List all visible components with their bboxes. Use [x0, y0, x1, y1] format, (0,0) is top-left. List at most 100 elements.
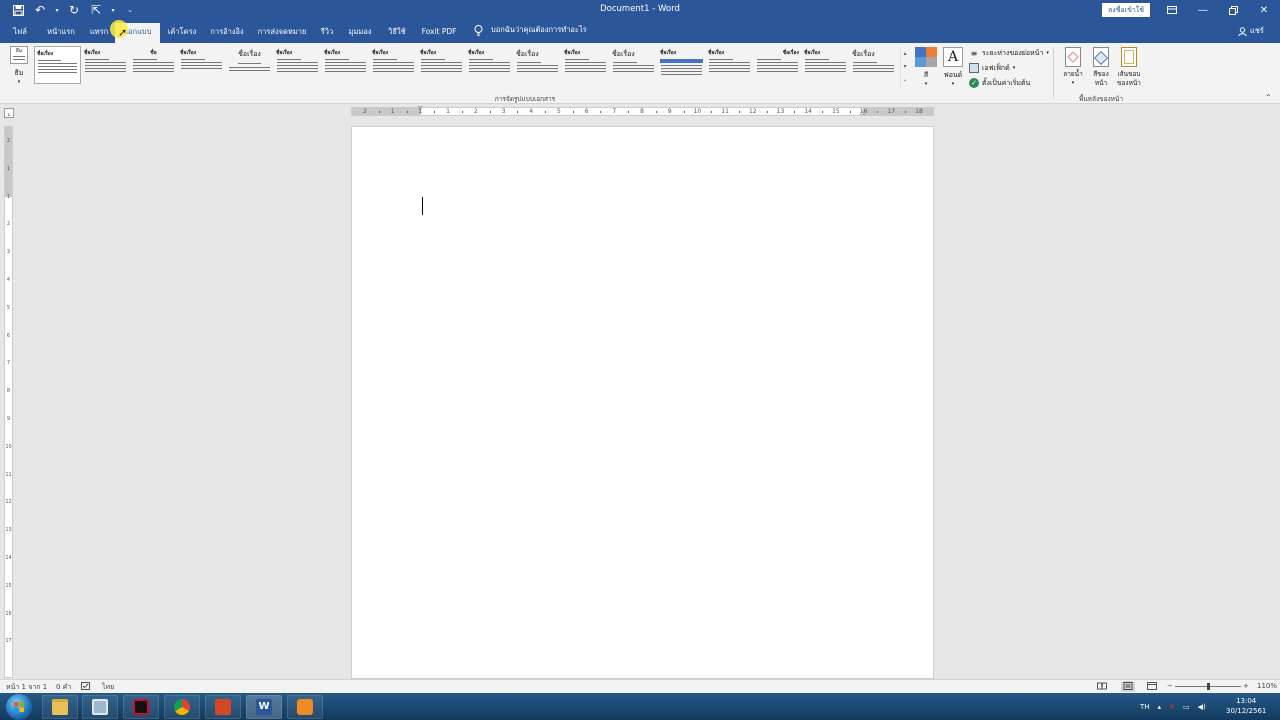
horizontal-ruler[interactable]: 2 1 1 1 2 3 4 5 6 7 8 9 10 11 12 13 14 15 16 17 18 ▽ △ — [351, 105, 934, 116]
page-count[interactable]: หน้า 1 จาก 1 — [6, 682, 47, 693]
page-color-label-line1: สีของ — [1093, 70, 1109, 78]
style-set-thumbnail[interactable]: ชื่อเรื่อง — [562, 46, 609, 84]
tab-mailings[interactable]: การส่งจดหมาย — [253, 23, 311, 43]
powerpoint-icon — [215, 699, 231, 715]
page-borders-button[interactable]: เส้นขอบ ของหน้า — [1116, 47, 1142, 88]
read-mode-icon[interactable] — [1097, 682, 1107, 692]
tab-home[interactable]: หน้าแรก — [42, 23, 80, 43]
style-title: ชื่อเรื่อง — [660, 50, 677, 56]
style-set-thumbnail[interactable]: ชื่อ — [130, 46, 177, 84]
tab-review[interactable]: รีวิว — [316, 23, 338, 43]
style-set-thumbnail[interactable]: ชื่อเรื่อง — [418, 46, 465, 84]
style-set-thumbnail[interactable]: ชื่อเรื่อง — [610, 46, 657, 84]
paragraph-spacing-icon: ≡ — [970, 48, 978, 58]
taskbar-file-explorer[interactable] — [42, 695, 78, 719]
collapse-ribbon-icon[interactable]: ⌃ — [1265, 93, 1272, 102]
system-tray: TH ▴ ✕ ▭ ◀) — [1140, 693, 1206, 720]
taskbar-word[interactable]: W — [246, 695, 282, 719]
network-icon[interactable]: ✕ — [1169, 703, 1175, 711]
style-set-thumbnail[interactable]: ชื่อเรื่อง — [754, 46, 801, 84]
watermark-button[interactable]: ลายน้ำ ▾ — [1060, 47, 1086, 88]
share-button[interactable]: แชร์ — [1238, 25, 1264, 37]
style-set-thumbnail[interactable]: ชื่อเรื่อง — [274, 46, 321, 84]
style-set-thumbnail[interactable]: ชื่อเรื่อง — [34, 46, 81, 84]
tell-me-search[interactable]: บอกฉันว่าคุณต้องการทำอะไร — [474, 24, 587, 36]
style-set-thumbnail[interactable]: ชื่อเรื่อง — [322, 46, 369, 84]
style-set-thumbnail[interactable]: ชื่อเรื่อง — [658, 46, 705, 84]
close-icon[interactable]: ✕ — [1249, 0, 1279, 20]
gallery-scroll[interactable]: ▴ ▾ ⌄ — [900, 47, 909, 87]
windows-taskbar: W TH ▴ ✕ ▭ ◀) 13:04 30/12/2561 — [0, 693, 1280, 720]
input-language[interactable]: TH — [1140, 703, 1150, 711]
sign-in-button[interactable]: ลงชื่อเข้าใช้ — [1102, 3, 1150, 17]
tab-layout[interactable]: เค้าโครง — [164, 23, 200, 43]
ruler-tick — [545, 111, 547, 113]
document-page[interactable] — [351, 126, 934, 679]
tab-insert[interactable]: แทรก — [86, 23, 112, 43]
minimize-icon[interactable]: — — [1188, 0, 1218, 20]
set-as-default-button[interactable]: ✓ ตั้งเป็นค่าเริ่มต้น — [969, 76, 1030, 90]
gallery-more-icon[interactable]: ⌄ — [901, 73, 909, 86]
zoom-out-button[interactable]: − — [1167, 682, 1173, 690]
ribbon-display-options-icon[interactable] — [1157, 0, 1187, 20]
ruler-tick — [461, 111, 463, 113]
ruler-number: 3 — [501, 108, 506, 115]
tab-view[interactable]: มุมมอง — [343, 23, 377, 43]
ruler-number: 11 — [5, 471, 12, 478]
style-title: ชื่อเรื่อง — [84, 50, 101, 56]
style-set-thumbnail[interactable]: ชื่อเรื่อง — [514, 46, 561, 84]
style-set-thumbnail[interactable]: ชื่อเรื่อง — [802, 46, 849, 84]
proofing-icon[interactable] — [81, 682, 90, 692]
zoom-slider-thumb[interactable] — [1206, 683, 1210, 690]
word-count[interactable]: 0 คำ — [56, 682, 71, 693]
action-center-icon[interactable]: ▭ — [1183, 703, 1190, 711]
ruler-tick — [489, 111, 491, 113]
themes-button[interactable]: ธีม ธีม ▾ — [8, 46, 30, 85]
taskbar-chrome[interactable] — [164, 695, 200, 719]
zoom-slider[interactable] — [1175, 683, 1241, 690]
taskbar-app-monitor[interactable] — [82, 695, 118, 719]
style-set-thumbnail[interactable]: ชื่อเรื่อง — [370, 46, 417, 84]
scroll-down-icon[interactable]: ▾ — [901, 60, 909, 73]
chrome-icon — [174, 699, 190, 715]
zoom-in-button[interactable]: + — [1243, 682, 1249, 690]
tab-stop-selector[interactable]: ⌞ — [4, 108, 14, 118]
style-set-thumbnail[interactable]: ชื่อเรื่อง — [706, 46, 753, 84]
style-set-thumbnail[interactable]: ชื่อเรื่อง — [178, 46, 225, 84]
language-indicator[interactable]: ไทย — [102, 682, 114, 693]
indent-marker-icon[interactable]: ▽ — [418, 105, 423, 112]
ruler-number: 1 — [446, 108, 451, 115]
right-indent-marker-icon[interactable]: △ — [860, 109, 865, 116]
style-set-thumbnail[interactable]: ชื่อเรื่อง — [82, 46, 129, 84]
volume-icon[interactable]: ◀) — [1198, 703, 1206, 711]
chevron-down-icon: ▾ — [1012, 65, 1016, 71]
page-color-button[interactable]: สีของ หน้า — [1088, 47, 1114, 88]
web-layout-icon[interactable] — [1147, 682, 1157, 692]
colors-button[interactable]: สี ▾ — [914, 47, 938, 87]
clock[interactable]: 13:04 30/12/2561 — [1226, 696, 1266, 716]
paragraph-spacing-label: ระยะห่างของย่อหน้า — [982, 48, 1044, 57]
tab-file[interactable]: ไฟล์ — [6, 23, 34, 43]
scroll-up-icon[interactable]: ▴ — [901, 47, 909, 60]
tab-foxit-pdf[interactable]: Foxit PDF — [418, 23, 460, 43]
restore-icon[interactable] — [1218, 0, 1248, 20]
taskbar-powerpoint[interactable] — [205, 695, 241, 719]
taskbar-app-red[interactable] — [123, 695, 159, 719]
text-cursor — [422, 197, 423, 215]
style-set-thumbnail[interactable]: ชื่อเรื่อง — [466, 46, 513, 84]
tab-references[interactable]: การอ้างอิง — [205, 23, 249, 43]
fonts-button[interactable]: A ฟอนต์ ▾ — [941, 47, 965, 87]
taskbar-media-player[interactable] — [287, 695, 323, 719]
vertical-ruler[interactable]: 2 1 1 2 3 4 5 6 7 8 9 10 11 12 13 14 15 16 17 — [4, 126, 13, 678]
effects-button[interactable]: เอฟเฟ็กต์ ▾ — [969, 61, 1015, 75]
print-layout-icon[interactable] — [1121, 681, 1135, 692]
zoom-level[interactable]: 110% — [1257, 682, 1277, 690]
show-hidden-icons-icon[interactable]: ▴ — [1158, 703, 1162, 711]
style-set-thumbnail[interactable]: ชื่อเรื่อง — [226, 46, 273, 84]
ruler-tick — [849, 111, 851, 113]
style-set-thumbnail[interactable]: ชื่อเรื่อง — [850, 46, 897, 84]
start-button[interactable] — [6, 694, 32, 720]
tab-help[interactable]: วิธีใช้ — [382, 23, 412, 43]
paragraph-spacing-button[interactable]: ≡ ระยะห่างของย่อหน้า ▾ — [969, 46, 1049, 60]
swatch-2 — [926, 47, 937, 57]
